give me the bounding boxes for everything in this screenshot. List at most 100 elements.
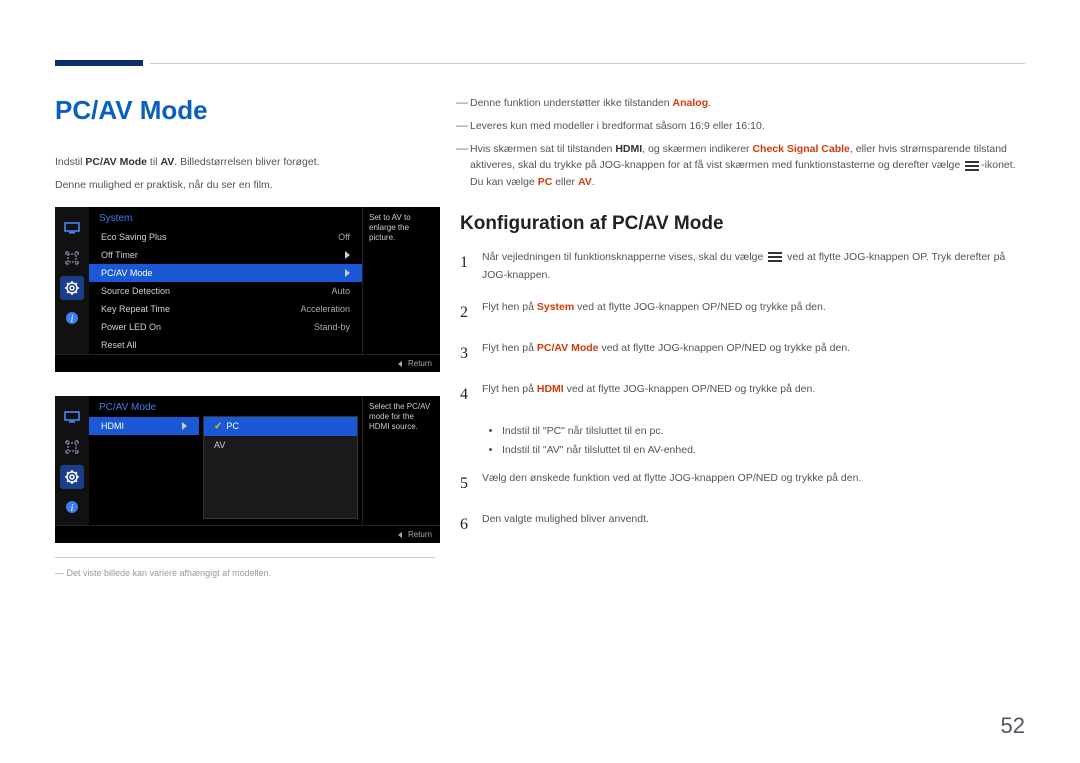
step-1: 1 Når vejledningen til funktionsknappern… — [460, 249, 1025, 285]
hdmi-label: HDMI — [537, 383, 564, 395]
osd-row-value — [345, 250, 350, 260]
osd-sidebar: i — [55, 207, 89, 354]
note-text: Denne funktion understøtter ikke tilstan… — [470, 97, 673, 109]
step-2: 2 Flyt hen på System ved at flytte JOG-k… — [460, 299, 1025, 326]
note-2: Leveres kun med modeller i bredformat så… — [460, 118, 1025, 135]
intro-mid: til — [147, 156, 160, 168]
osd-row: PC/AV Mode — [89, 264, 362, 282]
osd-row-label: Eco Saving Plus — [101, 232, 167, 242]
hdmi-label: HDMI — [615, 143, 642, 155]
gear-icon — [60, 465, 84, 489]
osd-row-label: Reset All — [101, 340, 137, 350]
osd-hint: Set to AV to enlarge the picture. — [362, 207, 440, 354]
step-number: 1 — [460, 249, 482, 285]
analog-label: Analog — [673, 97, 709, 109]
step-number: 2 — [460, 299, 482, 326]
osd-row-label: Off Timer — [101, 250, 138, 260]
intro-line2: Denne mulighed er praktisk, når du ser e… — [55, 177, 440, 195]
gear-icon — [60, 276, 84, 300]
right-column: Denne funktion understøtter ikke tilstan… — [460, 95, 1025, 552]
step-3: 3 Flyt hen på PC/AV Mode ved at flytte J… — [460, 340, 1025, 367]
osd-option: AV — [204, 436, 357, 454]
note-text: . — [708, 97, 711, 109]
osd-menu: PC/AV Mode HDMI ✓ PCAV — [89, 396, 362, 525]
intro-b2: AV — [160, 156, 174, 168]
svg-text:i: i — [71, 314, 74, 325]
osd-screenshot-system: i System Eco Saving PlusOffOff TimerPC/A… — [55, 207, 440, 372]
image-caption: ― Det viste billede kan variere afhængig… — [55, 568, 440, 578]
page-title: PC/AV Mode — [55, 95, 440, 126]
step-text: ved at flytte JOG-knappen OP/NED og tryk… — [564, 383, 816, 395]
resize-icon — [60, 435, 84, 459]
osd-row-label: Source Detection — [101, 286, 170, 296]
note-text: . — [592, 176, 595, 188]
osd-title: PC/AV Mode — [89, 396, 199, 417]
step-5: 5 Vælg den ønskede funktion ved at flytt… — [460, 470, 1025, 497]
pc-label: PC — [538, 176, 553, 188]
bullet-pc: Indstil til "PC" når tilsluttet til en p… — [502, 422, 1025, 441]
bullet-av: Indstil til "AV" når tilsluttet til en A… — [502, 441, 1025, 460]
back-icon — [398, 361, 402, 367]
system-label: System — [537, 301, 574, 313]
chevron-right-icon — [345, 251, 350, 259]
return-label: Return — [408, 530, 432, 539]
note-3: Hvis skærmen sat til tilstanden HDMI, og… — [460, 141, 1025, 191]
av-label: AV — [578, 176, 592, 188]
monitor-icon — [60, 405, 84, 429]
step-text: Flyt hen på — [482, 342, 537, 354]
check-signal-label: Check Signal Cable — [752, 143, 849, 155]
left-column: PC/AV Mode Indstil PC/AV Mode til AV. Bi… — [55, 95, 440, 578]
osd-row: Key Repeat Time Acceleration — [89, 300, 362, 318]
osd-return-bar: Return — [55, 354, 440, 372]
osd-screenshot-pcav: i PC/AV Mode HDMI ✓ PCAV Select the PC/AV… — [55, 396, 440, 543]
header-rule — [150, 63, 1025, 64]
step-text: Flyt hen på — [482, 301, 537, 313]
option-label: AV — [214, 440, 225, 450]
back-icon — [398, 532, 402, 538]
osd-row-value: Acceleration — [300, 304, 350, 314]
svg-text:i: i — [71, 503, 74, 514]
osd-row: Eco Saving PlusOff — [89, 228, 362, 246]
steps-list: 1 Når vejledningen til funktionsknappern… — [460, 249, 1025, 538]
osd-option: ✓ PC — [204, 417, 357, 436]
step-text: Vælg den ønskede funktion ved at flytte … — [482, 470, 1025, 497]
osd-row: HDMI — [89, 417, 199, 435]
osd-submenu: ✓ PCAV — [203, 416, 358, 519]
menu-icon — [965, 161, 979, 171]
step-number: 3 — [460, 340, 482, 367]
sub-bullets: Indstil til "PC" når tilsluttet til en p… — [502, 422, 1025, 460]
osd-row: Off Timer — [89, 246, 362, 264]
step-text: Flyt hen på — [482, 383, 537, 395]
osd-sidebar: i — [55, 396, 89, 525]
pcav-label: PC/AV Mode — [537, 342, 599, 354]
caption-rule — [55, 557, 435, 558]
info-icon: i — [60, 495, 84, 519]
intro-b1: PC/AV Mode — [85, 156, 147, 168]
note-1: Denne funktion understøtter ikke tilstan… — [460, 95, 1025, 112]
step-4: 4 Flyt hen på HDMI ved at flytte JOG-kna… — [460, 381, 1025, 408]
osd-row-label: Power LED On — [101, 322, 161, 332]
header-accent — [55, 60, 143, 66]
info-icon: i — [60, 306, 84, 330]
osd-row-value: Stand-by — [314, 322, 350, 332]
osd-row: Source Detection Auto — [89, 282, 362, 300]
check-icon: ✓ — [214, 421, 222, 432]
option-label: PC — [226, 421, 239, 431]
menu-icon — [768, 252, 782, 262]
step-text: ved at flytte JOG-knappen OP/NED og tryk… — [574, 301, 826, 313]
osd-row: Reset All — [89, 336, 362, 354]
step-number: 5 — [460, 470, 482, 497]
osd-menu: System Eco Saving PlusOffOff TimerPC/AV … — [89, 207, 362, 354]
note-text: Hvis skærmen sat til tilstanden — [470, 143, 615, 155]
osd-row-label: Key Repeat Time — [101, 304, 170, 314]
page-number: 52 — [1001, 713, 1025, 739]
osd-row-value: Auto — [331, 286, 350, 296]
step-6: 6 Den valgte mulighed bliver anvendt. — [460, 511, 1025, 538]
step-text: ved at flytte JOG-knappen OP/NED og tryk… — [599, 342, 851, 354]
step-text: Når vejledningen til funktionsknapperne … — [482, 251, 766, 263]
intro-pre: Indstil — [55, 156, 85, 168]
osd-return-bar: Return — [55, 525, 440, 543]
osd-row-value — [345, 268, 350, 278]
osd-hint: Select the PC/AV mode for the HDMI sourc… — [362, 396, 440, 525]
note-text: , og skærmen indikerer — [642, 143, 752, 155]
